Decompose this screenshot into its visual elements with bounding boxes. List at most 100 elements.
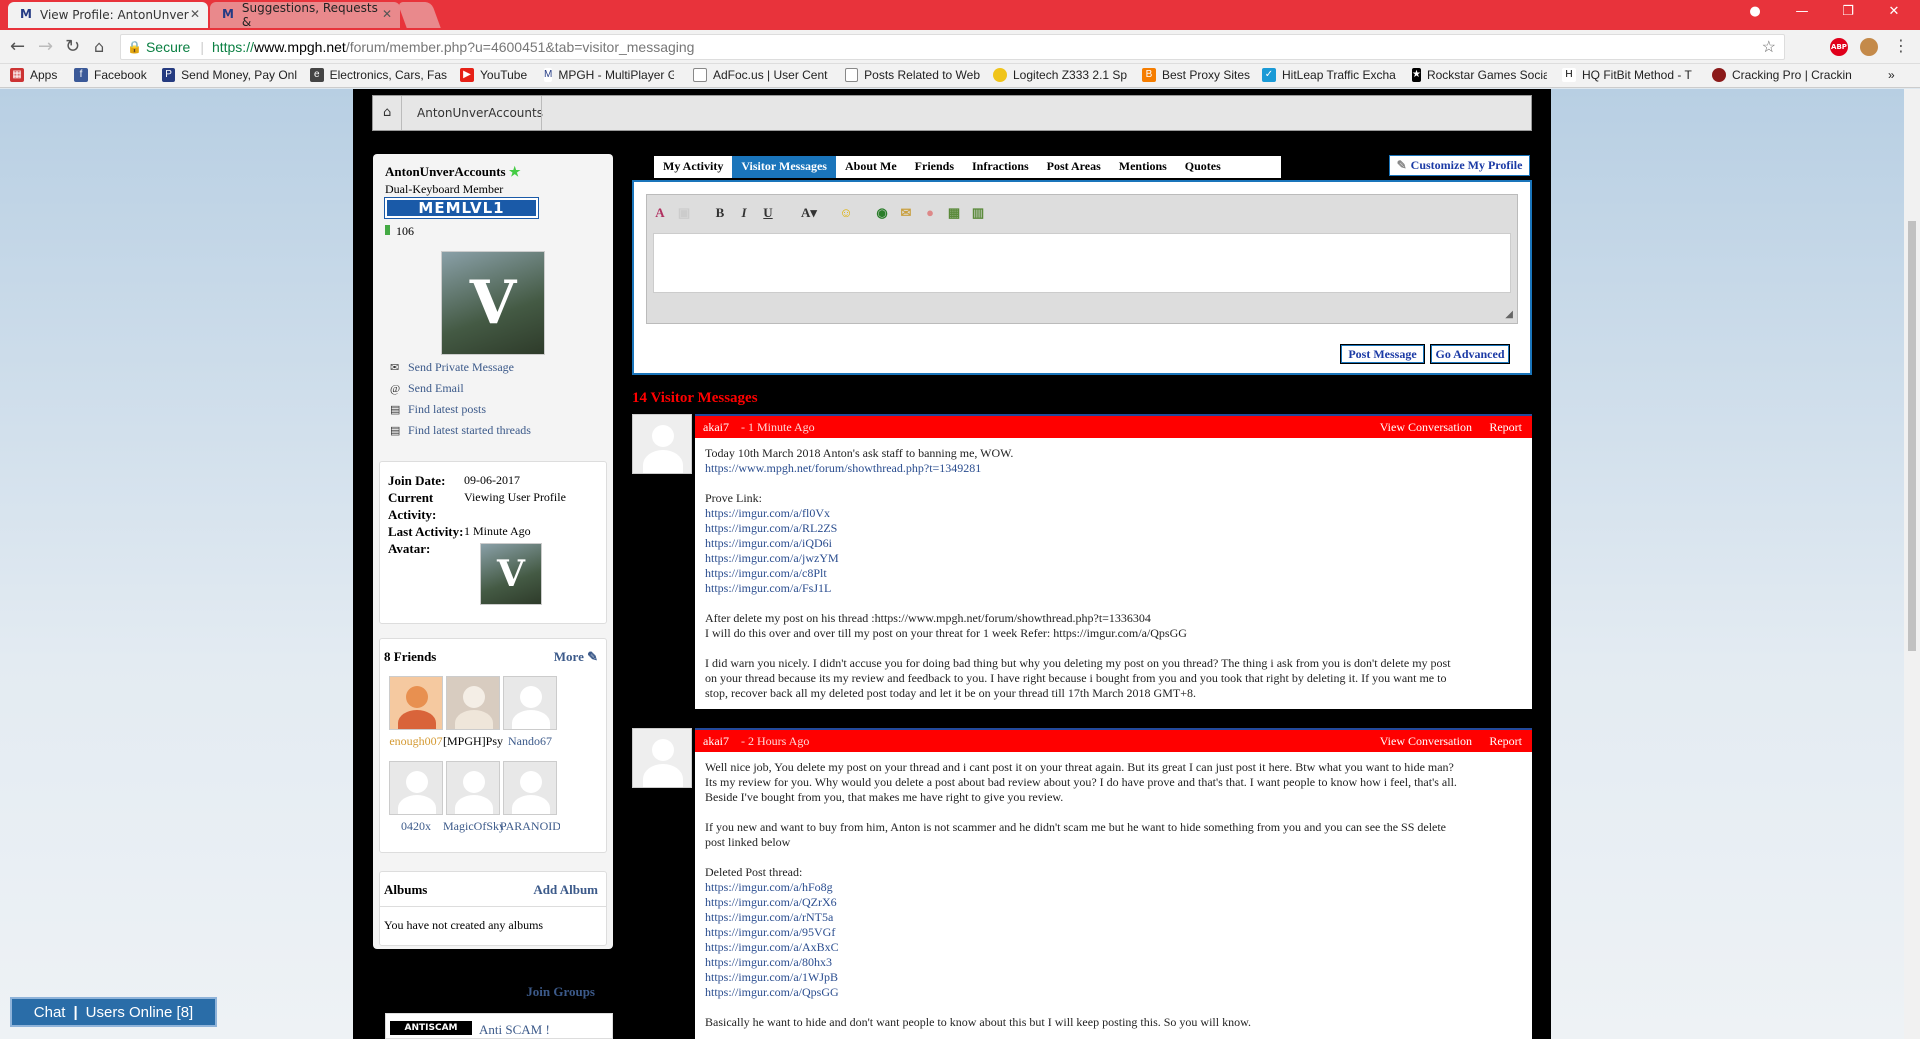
resize-handle-icon[interactable]: ◢ (1505, 309, 1513, 320)
friend-item[interactable]: enough007 (386, 676, 446, 749)
remove-format-icon[interactable]: A (651, 204, 669, 222)
browser-tab[interactable]: M Suggestions, Requests & ✕ (210, 1, 400, 29)
close-tab-icon[interactable]: ✕ (190, 7, 200, 21)
extension-icon[interactable] (1860, 38, 1878, 56)
group-name[interactable]: Anti SCAM ! (479, 1022, 550, 1038)
add-album-link[interactable]: Add Album (533, 882, 598, 898)
bookmark-adfocus[interactable]: AdFoc.us | User Cent (693, 68, 828, 82)
report-link[interactable]: Report (1489, 420, 1522, 435)
imgur-link[interactable]: https://imgur.com/a/QpsGG (705, 985, 1522, 1000)
tab-about-me[interactable]: About Me (836, 156, 906, 178)
imgur-link[interactable]: https://imgur.com/a/FsJ1L (705, 581, 1522, 596)
profile-icon[interactable]: ● (1745, 4, 1765, 24)
minimize-icon[interactable]: — (1792, 4, 1812, 24)
scrollbar-thumb[interactable] (1908, 221, 1916, 651)
italic-icon[interactable]: I (735, 204, 753, 222)
bookmark-mpgh[interactable]: M MPGH - MultiPlayer G (544, 68, 674, 82)
home-icon[interactable]: ⌂ (383, 105, 391, 120)
tab-friends[interactable]: Friends (906, 156, 963, 178)
bold-icon[interactable]: B (711, 204, 729, 222)
friend-item[interactable]: [MPGH]Psy (443, 676, 503, 749)
restore-icon[interactable]: ❐ (1838, 4, 1858, 24)
email-icon[interactable]: ✉ (897, 204, 915, 222)
tab-infractions[interactable]: Infractions (963, 156, 1038, 178)
close-tab-icon[interactable]: ✕ (382, 7, 392, 21)
bookmark-rockstar[interactable]: ★ Rockstar Games Socia (1412, 68, 1547, 82)
new-tab-button[interactable] (397, 2, 441, 28)
view-conversation-link[interactable]: View Conversation (1380, 420, 1472, 435)
adblock-icon[interactable]: ABP (1830, 38, 1848, 56)
underline-icon[interactable]: U (759, 204, 777, 222)
more-bookmarks-icon[interactable]: » (1888, 68, 1895, 82)
bookmark-ebay[interactable]: e Electronics, Cars, Fas (310, 68, 447, 82)
bookmark-youtube[interactable]: ▶ YouTube (460, 68, 545, 82)
page-scrollbar[interactable] (1904, 89, 1920, 1039)
imgur-link[interactable]: https://imgur.com/a/fl0Vx (705, 506, 1522, 521)
image-icon[interactable]: ▦ (945, 204, 963, 222)
bookmark-apps[interactable]: ▦ Apps (10, 68, 65, 82)
send-email-link[interactable]: @ Send Email (390, 381, 464, 396)
message-avatar[interactable] (632, 728, 692, 788)
bookmark-fitbit[interactable]: H HQ FitBit Method - T (1562, 68, 1697, 82)
back-arrow-icon[interactable]: ← (10, 38, 25, 56)
bookmark-logitech[interactable]: Logitech Z333 2.1 Sp (993, 68, 1128, 82)
menu-kebab-icon[interactable]: ⋮ (1893, 36, 1909, 55)
customize-profile-button[interactable]: ✎ Customize My Profile (1389, 155, 1530, 176)
bookmark-star-icon[interactable]: ☆ (1762, 37, 1776, 57)
friend-item[interactable]: PARANOID (500, 761, 560, 834)
friend-item[interactable]: Nando67 (500, 676, 560, 749)
bookmark-posts[interactable]: Posts Related to Web (845, 68, 980, 82)
paste-icon[interactable]: ▣ (675, 204, 693, 222)
bookmark-facebook[interactable]: f Facebook (74, 68, 154, 82)
find-latest-posts-link[interactable]: ▤ Find latest posts (390, 402, 486, 417)
bookmark-cracking[interactable]: Cracking Pro | Crackin (1712, 68, 1872, 82)
imgur-link[interactable]: https://imgur.com/a/hFo8g (705, 880, 1522, 895)
tab-my-activity[interactable]: My Activity (654, 156, 732, 178)
imgur-link[interactable]: https://imgur.com/a/jwzYM (705, 551, 1522, 566)
friends-more-link[interactable]: More ✎ (554, 649, 598, 665)
tab-quotes[interactable]: Quotes (1176, 156, 1230, 178)
post-message-button[interactable]: Post Message (1340, 344, 1425, 364)
imgur-link[interactable]: https://imgur.com/a/1WJpB (705, 970, 1522, 985)
home-icon[interactable]: ⌂ (94, 38, 104, 56)
imgur-link[interactable]: https://imgur.com/a/RL2ZS (705, 521, 1522, 536)
url-bar[interactable]: 🔒 Secure | https:// www.mpgh.net /forum/… (120, 34, 1785, 60)
find-latest-threads-link[interactable]: ▤ Find latest started threads (390, 423, 531, 438)
reload-icon[interactable]: ↻ (65, 38, 80, 56)
window-close-icon[interactable]: ✕ (1884, 4, 1904, 24)
tab-visitor-messages[interactable]: Visitor Messages (732, 156, 836, 178)
imgur-link[interactable]: https://imgur.com/a/AxBxC (705, 940, 1522, 955)
thread-link[interactable]: https://www.mpgh.net/forum/showthread.ph… (705, 461, 1522, 476)
link-icon[interactable]: ◉ (873, 204, 891, 222)
browser-tab-active[interactable]: M View Profile: AntonUnver ✕ (8, 2, 208, 28)
friend-item[interactable]: MagicOfSky (443, 761, 503, 834)
send-private-message-link[interactable]: ✉ Send Private Message (390, 360, 514, 375)
message-author[interactable]: akai7 (703, 420, 729, 435)
bookmark-paypal[interactable]: P Send Money, Pay Onl (162, 68, 297, 82)
report-link[interactable]: Report (1489, 734, 1522, 749)
bookmark-hitleap[interactable]: ✓ HitLeap Traffic Excha (1262, 68, 1397, 82)
friend-item[interactable]: 0420x (386, 761, 446, 834)
message-avatar[interactable] (632, 414, 692, 474)
unlink-icon[interactable]: ● (921, 204, 939, 222)
imgur-link[interactable]: https://imgur.com/a/QZrX6 (705, 895, 1522, 910)
imgur-link[interactable]: https://imgur.com/a/95VGf (705, 925, 1522, 940)
message-textarea[interactable] (653, 233, 1511, 293)
tab-mentions[interactable]: Mentions (1110, 156, 1176, 178)
go-advanced-button[interactable]: Go Advanced (1430, 344, 1510, 364)
imgur-link[interactable]: https://imgur.com/a/iQD6i (705, 536, 1522, 551)
video-icon[interactable]: ▥ (969, 204, 987, 222)
tab-post-areas[interactable]: Post Areas (1038, 156, 1110, 178)
imgur-link[interactable]: https://imgur.com/a/c8Plt (705, 566, 1522, 581)
view-conversation-link[interactable]: View Conversation (1380, 734, 1472, 749)
smiley-icon[interactable]: ☺ (837, 204, 855, 222)
bookmark-proxy[interactable]: B Best Proxy Sites (1142, 68, 1262, 82)
imgur-link[interactable]: https://imgur.com/a/rNT5a (705, 910, 1522, 925)
breadcrumb-current[interactable]: AntonUnverAccounts (417, 106, 543, 120)
forward-arrow-icon[interactable]: → (38, 38, 53, 56)
group-item[interactable]: ANTISCAM Anti SCAM ! (385, 1013, 613, 1039)
join-groups-link[interactable]: Join Groups (526, 984, 595, 1000)
chat-widget-button[interactable]: Chat | Users Online [8] (10, 997, 217, 1027)
font-color-icon[interactable]: A▾ (795, 204, 823, 222)
imgur-link[interactable]: https://imgur.com/a/80hx3 (705, 955, 1522, 970)
